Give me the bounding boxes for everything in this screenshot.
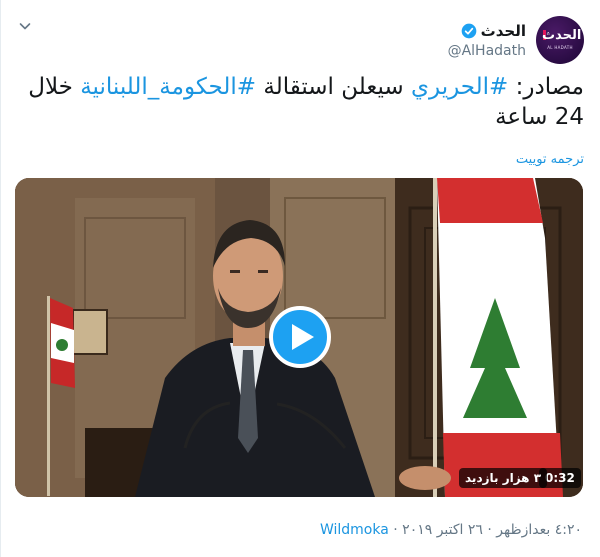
avatar[interactable]: الحدث AL HADATH xyxy=(536,16,584,64)
avatar-logo-subtext: AL HADATH xyxy=(547,45,573,50)
video-view-count: ٣ هزار بازدید xyxy=(459,468,548,488)
tweet-text-segment: سيعلن استقالة xyxy=(256,74,411,100)
tweet-date[interactable]: ٢٦ اکتبر ٢٠١٩ xyxy=(402,522,483,538)
tweet-text-segment: مصادر: xyxy=(508,74,584,100)
tweet-metadata: ٤:٢٠ بعدازظهر · ٢٦ اکتبر ٢٠١٩ · Wildmoka xyxy=(320,522,582,538)
translate-tweet-link[interactable]: ترجمه توييت xyxy=(516,152,584,167)
avatar-logo-text: الحدث xyxy=(542,28,582,43)
tweet-header: الحدث AL HADATH الحدث @AlHadath xyxy=(448,12,584,68)
play-icon xyxy=(291,324,314,350)
tweet-time[interactable]: ٤:٢٠ بعدازظهر xyxy=(496,522,582,538)
metadata-separator: · xyxy=(482,522,497,538)
play-button[interactable] xyxy=(269,306,331,368)
chevron-down-icon[interactable] xyxy=(19,20,31,32)
video-player[interactable]: 0:32 ٣ هزار بازدید xyxy=(15,178,583,497)
verified-badge-icon xyxy=(461,23,477,38)
account-names: الحدث @AlHadath xyxy=(448,22,526,59)
tweet-source-link[interactable]: Wildmoka xyxy=(320,522,389,538)
tweet-text: مصادر: #الحريري سيعلن استقالة #الحكومة_ا… xyxy=(16,72,584,132)
display-name[interactable]: الحدث xyxy=(481,22,526,40)
metadata-separator: · xyxy=(388,522,403,538)
hashtag-link[interactable]: #الحريري xyxy=(411,74,508,100)
name-row: الحدث xyxy=(461,22,526,40)
hashtag-link[interactable]: #الحكومة_اللبنانية xyxy=(80,74,256,100)
tweet-card: الحدث AL HADATH الحدث @AlHadath مصادر: #… xyxy=(0,0,600,557)
account-handle[interactable]: @AlHadath xyxy=(448,43,526,59)
